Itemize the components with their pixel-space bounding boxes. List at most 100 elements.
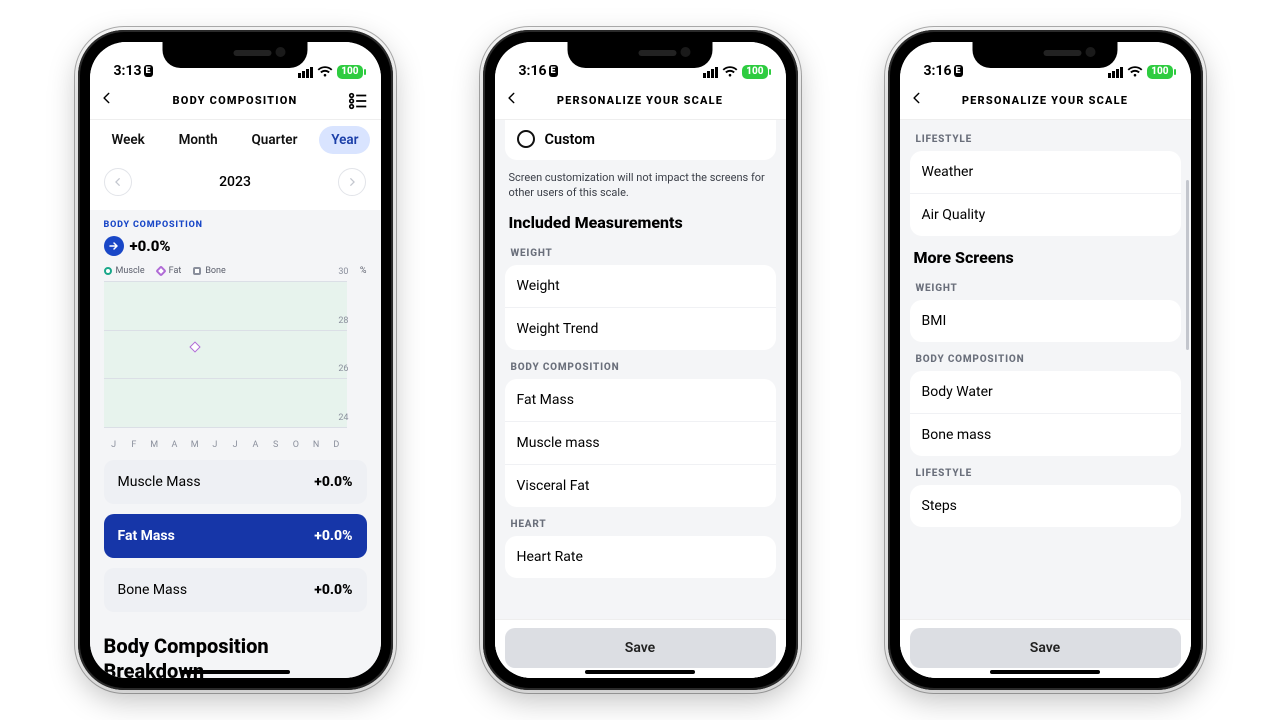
notch [163, 42, 308, 68]
group-label: WEIGHT [495, 236, 786, 265]
tab-month[interactable]: Month [167, 126, 230, 154]
chart-legend: Muscle Fat Bone % [104, 266, 367, 276]
metric-value: +0.0% [314, 528, 352, 544]
tab-quarter[interactable]: Quarter [239, 126, 309, 154]
save-button[interactable]: Save [910, 628, 1181, 668]
option-weight[interactable]: Weight [505, 265, 776, 307]
status-indicator-icon: E [954, 65, 963, 77]
home-indicator[interactable] [585, 670, 695, 674]
battery-icon: 100 [1147, 65, 1172, 79]
clock: 3:16 [519, 63, 547, 79]
clock: 3:13 [114, 63, 142, 79]
notch [973, 42, 1118, 68]
wifi-icon [1127, 66, 1143, 78]
year-next-button[interactable] [338, 168, 366, 196]
group-label: WEIGHT [900, 271, 1191, 300]
option-steps[interactable]: Steps [910, 485, 1181, 527]
option-body-water[interactable]: Body Water [910, 371, 1181, 413]
option-weight-trend[interactable]: Weight Trend [505, 307, 776, 350]
home-indicator[interactable] [180, 670, 290, 674]
option-fat-mass[interactable]: Fat Mass [505, 379, 776, 421]
phone-frame-2: 3:16E 100 PERSONALIZE YOUR SCALE [483, 30, 798, 690]
helper-text: Screen customization will not impact the… [495, 160, 786, 201]
legend-muscle-icon [104, 267, 112, 275]
phone-frame-3: 3:16E 100 PERSONALIZE YOUR SCALE LIFESTY… [888, 30, 1203, 690]
save-button[interactable]: Save [505, 628, 776, 668]
home-indicator[interactable] [990, 670, 1100, 674]
group-label: HEART [495, 507, 786, 536]
battery-icon: 100 [742, 65, 767, 79]
status-indicator-icon: E [549, 65, 558, 77]
radio-unchecked-icon [517, 130, 535, 148]
page-title: BODY COMPOSITION [173, 94, 298, 107]
ytick: 24 [338, 413, 348, 423]
section-label: BODY COMPOSITION [104, 220, 367, 230]
legend-fat-label: Fat [169, 266, 182, 276]
legend-fat-icon [155, 265, 166, 276]
section-heading: More Screens [900, 236, 1191, 271]
chevron-left-icon [100, 91, 114, 105]
cell-signal-icon [703, 67, 718, 78]
back-button[interactable] [505, 90, 527, 112]
nav-bar: BODY COMPOSITION [90, 82, 381, 120]
metric-fat-mass[interactable]: Fat Mass +0.0% [104, 514, 367, 558]
option-muscle-mass[interactable]: Muscle mass [505, 421, 776, 464]
option-bmi[interactable]: BMI [910, 300, 1181, 342]
list-icon [347, 90, 369, 112]
radio-label: Custom [545, 131, 596, 148]
battery-icon: 100 [337, 65, 362, 79]
option-air-quality[interactable]: Air Quality [910, 193, 1181, 236]
chart-x-axis: J F M A M J J A S O N D [104, 440, 347, 450]
nav-bar: PERSONALIZE YOUR SCALE [495, 82, 786, 120]
year-label: 2023 [219, 174, 251, 190]
wifi-icon [317, 66, 333, 78]
chevron-left-icon [505, 91, 519, 105]
legend-bone-icon [193, 267, 201, 275]
group-label: BODY COMPOSITION [495, 350, 786, 379]
delta-value: +0.0% [130, 237, 171, 255]
ytick: 30 [338, 267, 348, 277]
radio-custom[interactable]: Custom [513, 128, 768, 150]
option-weather[interactable]: Weather [910, 151, 1181, 193]
option-heart-rate[interactable]: Heart Rate [505, 536, 776, 578]
section-heading: Included Measurements [495, 201, 786, 236]
tab-week[interactable]: Week [100, 126, 157, 154]
metric-name: Bone Mass [118, 582, 188, 598]
status-indicator-icon: E [144, 65, 153, 77]
page-title: PERSONALIZE YOUR SCALE [962, 94, 1128, 107]
phone-frame-1: 3:13E 100 BODY COMPOSITION Week [78, 30, 393, 690]
tab-year[interactable]: Year [319, 126, 370, 154]
ytick: 26 [338, 364, 348, 374]
nav-bar: PERSONALIZE YOUR SCALE [900, 82, 1191, 120]
chevron-left-icon [113, 177, 123, 187]
metric-name: Muscle Mass [118, 474, 201, 490]
group-label: LIFESTYLE [900, 120, 1191, 151]
metric-name: Fat Mass [118, 528, 175, 544]
metric-bone-mass[interactable]: Bone Mass +0.0% [104, 568, 367, 612]
chevron-left-icon [910, 91, 924, 105]
back-button[interactable] [100, 90, 122, 112]
page-title: PERSONALIZE YOUR SCALE [557, 94, 723, 107]
wifi-icon [722, 66, 738, 78]
metric-value: +0.0% [314, 582, 352, 598]
cell-signal-icon [298, 67, 313, 78]
trend-arrow-icon [104, 236, 124, 256]
body-composition-chart: 24 26 28 30 J F M A M J [104, 282, 367, 450]
metric-value: +0.0% [314, 474, 352, 490]
range-tabs: Week Month Quarter Year [90, 120, 381, 164]
option-visceral-fat[interactable]: Visceral Fat [505, 464, 776, 507]
year-prev-button[interactable] [104, 168, 132, 196]
metric-muscle-mass[interactable]: Muscle Mass +0.0% [104, 460, 367, 504]
chevron-right-icon [347, 177, 357, 187]
legend-bone-label: Bone [205, 266, 225, 276]
notch [568, 42, 713, 68]
list-options-button[interactable] [347, 90, 369, 112]
clock: 3:16 [924, 63, 952, 79]
cell-signal-icon [1108, 67, 1123, 78]
chart-unit: % [360, 266, 367, 276]
back-button[interactable] [910, 90, 932, 112]
ytick: 28 [338, 316, 348, 326]
option-bone-mass[interactable]: Bone mass [910, 413, 1181, 456]
scrollbar[interactable] [1186, 180, 1189, 350]
legend-muscle-label: Muscle [116, 266, 145, 276]
